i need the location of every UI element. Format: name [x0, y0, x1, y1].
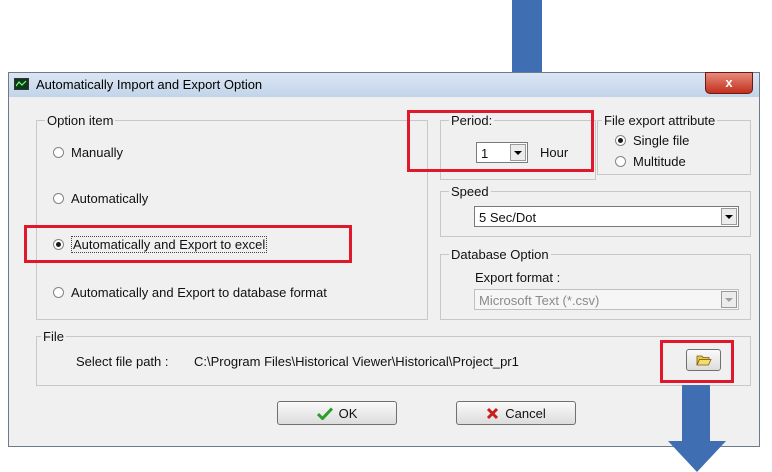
export-format-select: Microsoft Text (*.csv): [474, 289, 739, 310]
close-button[interactable]: x: [705, 72, 753, 94]
callout-browse: [660, 340, 734, 383]
export-format-label: Export format :: [475, 270, 561, 285]
cancel-button[interactable]: Cancel: [456, 401, 576, 425]
speed-legend: Speed: [449, 184, 491, 199]
cancel-label: Cancel: [505, 405, 546, 421]
file-legend: File: [41, 329, 66, 344]
radio-single-file[interactable]: [615, 135, 626, 146]
cross-icon: [487, 407, 499, 419]
single-file-label: Single file: [633, 133, 690, 148]
radio-manually[interactable]: [53, 147, 64, 158]
radio-multitude[interactable]: [615, 156, 626, 167]
option-export-database-label: Automatically and Export to database for…: [71, 285, 327, 300]
speed-value: 5 Sec/Dot: [479, 210, 537, 225]
chevron-down-icon: [721, 291, 737, 308]
speed-select[interactable]: 5 Sec/Dot: [474, 206, 739, 227]
option-manually[interactable]: Manually: [53, 145, 123, 160]
radio-automatically[interactable]: [53, 193, 64, 204]
window-title: Automatically Import and Export Option: [36, 77, 263, 92]
option-single-file[interactable]: Single file: [615, 133, 689, 148]
callout-period: [407, 110, 594, 172]
option-export-database[interactable]: Automatically and Export to database for…: [53, 285, 327, 300]
database-option-group: Database Option: [440, 247, 751, 320]
option-multitude[interactable]: Multitude: [615, 154, 686, 169]
file-path-label: Select file path :: [76, 354, 169, 369]
ok-label: OK: [338, 405, 358, 421]
database-option-legend: Database Option: [449, 247, 551, 262]
file-path-value: C:\Program Files\Historical Viewer\Histo…: [194, 354, 519, 369]
title-bar: Automatically Import and Export Option x: [9, 72, 759, 97]
option-item-legend: Option item: [45, 113, 116, 128]
option-automatically-label: Automatically: [71, 191, 149, 206]
option-manually-label: Manually: [71, 145, 124, 160]
chart-app-icon: [14, 78, 29, 90]
ok-button[interactable]: OK: [277, 401, 397, 425]
option-automatically[interactable]: Automatically: [53, 191, 148, 206]
multitude-label: Multitude: [633, 154, 686, 169]
export-format-value: Microsoft Text (*.csv): [479, 293, 600, 308]
checkmark-icon: [316, 406, 333, 420]
annotation-arrow-down-bottom: [668, 385, 726, 472]
chevron-down-icon[interactable]: [721, 208, 737, 225]
callout-export-excel: [24, 225, 352, 263]
radio-export-database[interactable]: [53, 287, 64, 298]
file-export-legend: File export attribute: [602, 113, 718, 128]
